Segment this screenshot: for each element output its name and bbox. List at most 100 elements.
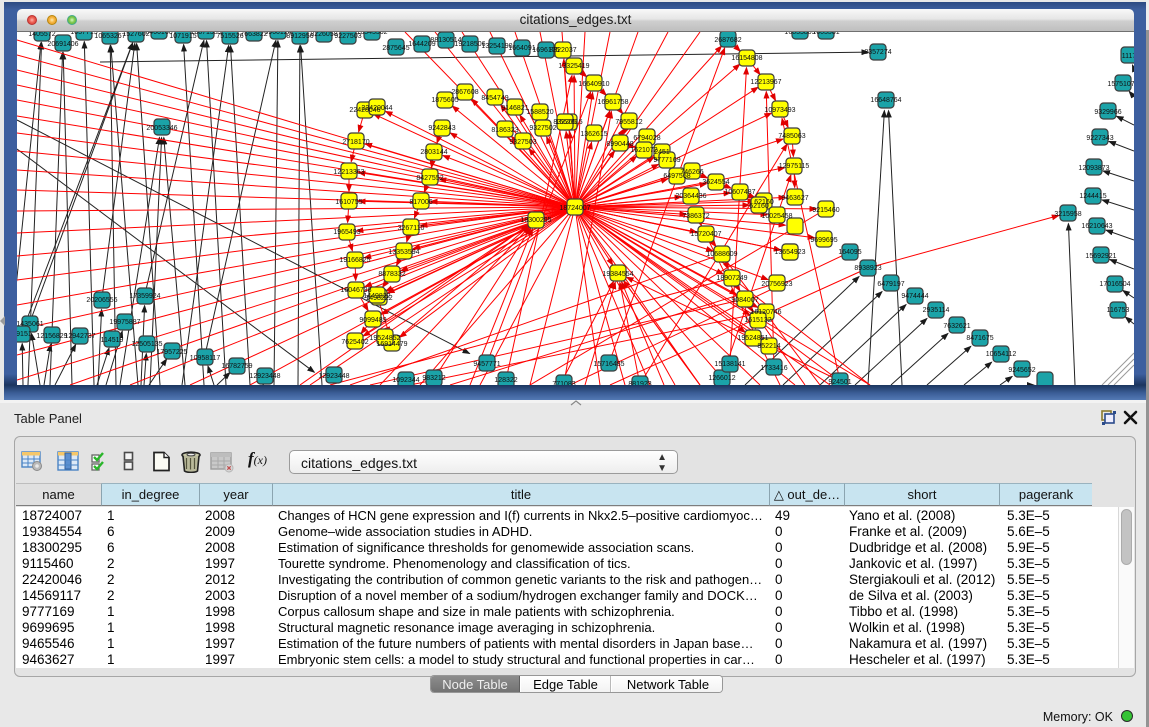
svg-text:12923448: 12923448 [318,373,349,380]
svg-text:1562615: 1562615 [555,119,582,126]
svg-text:1117: 1117 [1122,53,1134,60]
svg-text:12942737: 12942737 [64,333,95,340]
svg-text:16648764: 16648764 [870,97,901,104]
svg-text:9474444: 9474444 [901,293,928,300]
svg-text:9099489: 9099489 [359,317,386,324]
svg-text:9463627: 9463627 [781,195,808,202]
svg-text:16033809: 16033809 [784,32,815,36]
svg-text:17016504: 17016504 [1099,281,1130,288]
svg-text:17359924: 17359924 [129,293,160,300]
svg-text:3267110: 3267110 [398,225,425,232]
svg-text:15720407: 15720407 [690,231,721,238]
svg-text:7625402: 7625402 [341,339,368,346]
svg-text:16210643: 16210643 [1081,223,1112,230]
svg-text:116753: 116753 [1107,307,1130,314]
svg-text:1603381: 1603381 [812,32,839,36]
svg-text:16640910: 16640910 [578,81,609,88]
svg-text:13325419: 13325419 [558,63,589,70]
svg-text:1615132: 1615132 [744,317,771,324]
svg-text:1092344: 1092344 [392,377,419,384]
svg-text:8186323: 8186323 [491,127,518,134]
svg-text:19524852: 19524852 [369,335,400,342]
svg-text:12923448: 12923448 [249,373,280,380]
svg-text:12505135: 12505135 [131,341,162,348]
svg-text:3624554: 3624554 [702,179,729,186]
svg-text:2935114: 2935114 [923,307,950,314]
svg-text:13353594: 13353594 [388,249,419,256]
svg-text:852214: 852214 [757,343,780,350]
svg-text:20756923: 20756923 [761,281,792,288]
svg-text:771083: 771083 [552,381,575,385]
svg-text:6794028: 6794028 [633,135,660,142]
svg-text:16914479: 16914479 [376,341,407,348]
svg-text:13654923: 13654923 [774,249,805,256]
svg-text:7955812: 7955812 [615,119,642,126]
svg-text:2875645: 2875645 [382,45,409,52]
svg-text:20691406: 20691406 [47,41,78,48]
svg-text:2687682: 2687682 [714,37,741,44]
svg-text:12093873: 12093873 [1078,165,1109,172]
svg-text:9777169: 9777169 [653,157,680,164]
svg-text:10688609: 10688609 [706,251,737,258]
svg-text:20206556: 20206556 [86,297,117,304]
svg-text:9215460: 9215460 [812,207,839,214]
svg-text:19166825: 19166825 [339,257,370,264]
svg-text:1696175: 1696175 [532,47,559,54]
svg-text:746266: 746266 [680,169,703,176]
svg-text:10607487: 10607487 [724,189,755,196]
svg-text:19384554: 19384554 [602,271,633,278]
svg-text:18300295: 18300295 [520,217,551,224]
svg-text:164095: 164095 [838,249,861,256]
svg-text:2718170: 2718170 [342,139,369,146]
svg-text:17957225: 17957225 [156,349,187,356]
svg-text:12156829: 12156829 [36,333,67,340]
svg-text:15716485: 15716485 [593,361,624,368]
svg-text:9699695: 9699695 [810,237,837,244]
svg-text:9245652: 9245652 [1008,367,1035,374]
svg-text:16120746: 16120746 [750,309,781,316]
svg-text:924501: 924501 [828,379,851,385]
svg-text:20364436: 20364436 [675,193,706,200]
svg-text:9146821: 9146821 [501,105,528,112]
svg-text:9327503: 9327503 [509,139,536,146]
svg-text:16782759: 16782759 [221,363,252,370]
svg-text:9227343: 9227343 [1086,135,1113,142]
svg-text:3215958: 3215958 [1054,211,1081,218]
svg-text:15751074: 15751074 [1107,81,1134,88]
svg-text:9329966: 9329966 [1094,109,1121,116]
svg-text:7485063: 7485063 [778,133,805,140]
svg-text:10958117: 10958117 [190,355,221,362]
svg-text:8357274: 8357274 [864,49,891,56]
svg-text:8454749: 8454749 [481,95,508,102]
svg-text:1588520: 1588520 [526,109,553,116]
svg-text:20053346: 20053346 [146,125,177,132]
svg-text:9084007: 9084007 [731,297,758,304]
svg-text:8471675: 8471675 [966,335,993,342]
svg-text:1733416: 1733416 [760,365,787,372]
svg-text:1435061: 1435061 [17,321,44,328]
svg-text:1610755: 1610755 [335,199,362,206]
svg-text:1965493: 1965493 [333,229,360,236]
svg-text:15692921: 15692921 [1085,253,1116,260]
svg-text:7386372: 7386372 [682,213,709,220]
svg-text:22420044: 22420044 [361,105,392,112]
svg-text:114519: 114519 [101,337,124,344]
svg-text:8938923: 8938923 [854,265,881,272]
svg-text:6479197: 6479197 [877,281,904,288]
svg-text:1244415: 1244415 [1079,193,1106,200]
svg-text:983212: 983212 [422,375,445,382]
svg-text:16154808: 16154808 [731,55,762,62]
svg-text:881923: 881923 [628,381,651,385]
svg-text:1449822: 1449822 [363,293,390,300]
svg-text:10025458: 10025458 [761,213,792,220]
svg-text:18724007: 18724007 [559,205,590,212]
svg-text:16961758: 16961758 [597,99,628,106]
svg-text:1266012: 1266012 [708,375,735,382]
svg-text:8427552: 8427552 [416,175,443,182]
svg-text:10973493: 10973493 [764,107,795,114]
svg-text:9327502: 9327502 [529,125,556,132]
svg-text:15138141: 15138141 [714,361,745,368]
svg-text:9242843: 9242843 [428,125,455,132]
svg-text:7632621: 7632621 [943,323,970,330]
svg-text:39151: 39151 [17,331,32,338]
